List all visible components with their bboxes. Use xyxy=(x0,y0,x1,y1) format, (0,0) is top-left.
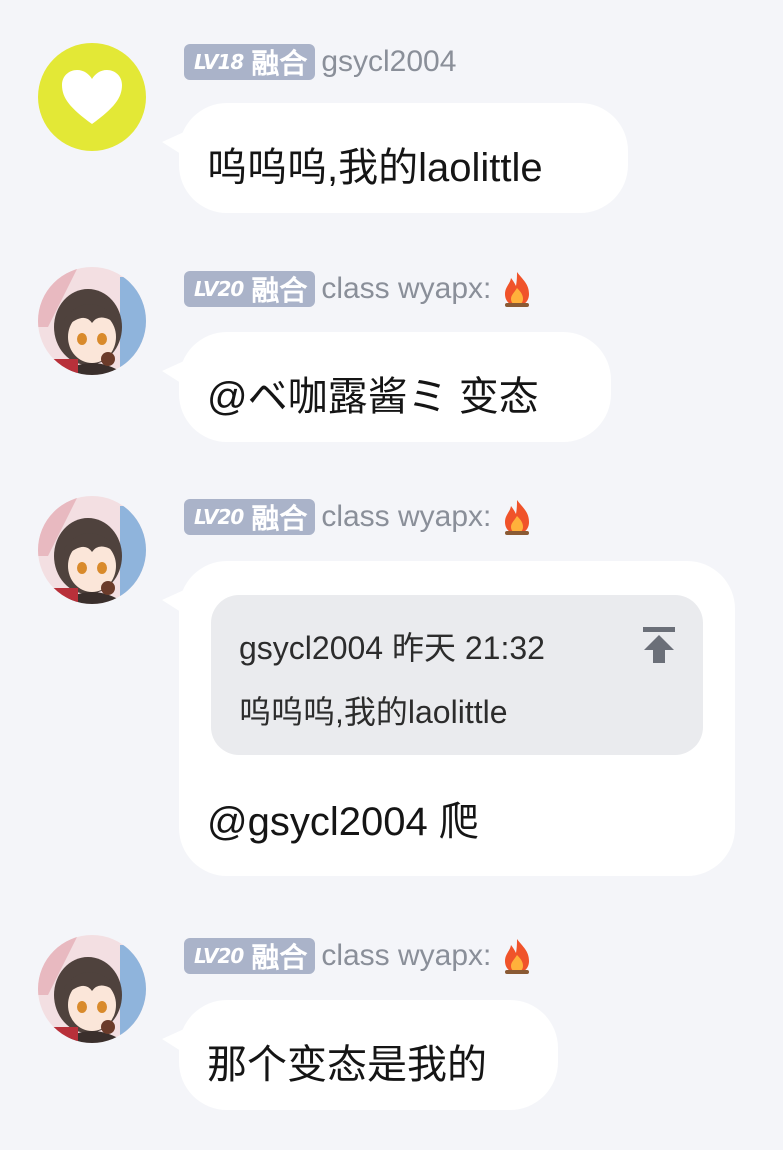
message-text: 那个变态是我的 xyxy=(207,1043,487,1087)
message-bubble[interactable]: 那个变态是我的 xyxy=(179,1000,558,1110)
avatar[interactable] xyxy=(38,43,146,151)
message-text: 呜呜呜,我的laolittle xyxy=(207,146,543,190)
anime-girl-avatar-icon xyxy=(38,935,146,1043)
message-text: @gsycl2004 爬 xyxy=(207,800,479,844)
fire-icon xyxy=(505,939,530,974)
username[interactable]: class wyapx: xyxy=(321,272,491,306)
username[interactable]: class wyapx: xyxy=(321,939,491,973)
level-badge: LV20 融合 xyxy=(184,938,316,974)
anime-girl-avatar-icon xyxy=(38,267,146,375)
username[interactable]: class wyapx: xyxy=(321,500,491,534)
jump-to-icon[interactable] xyxy=(641,625,677,665)
anime-girl-avatar-icon xyxy=(38,496,146,604)
message-bubble[interactable]: 呜呜呜,我的laolittle xyxy=(179,103,628,213)
message-bubble[interactable]: @ベ咖露酱ミ 变态 xyxy=(179,332,611,442)
sender-info: LV20 融合 class wyapx: xyxy=(184,499,533,535)
avatar[interactable] xyxy=(38,496,146,604)
level-badge: LV18 融合 xyxy=(184,44,316,80)
heart-icon xyxy=(62,70,122,124)
sender-info: LV20 融合 class wyapx: xyxy=(184,271,533,307)
username[interactable]: gsycl2004 xyxy=(321,45,456,79)
message-bubble[interactable]: gsycl2004 昨天 21:32 呜呜呜,我的laolittle @gsyc… xyxy=(179,561,735,876)
reply-quote[interactable]: gsycl2004 昨天 21:32 呜呜呜,我的laolittle xyxy=(211,595,703,755)
level-badge: LV20 融合 xyxy=(184,271,316,307)
quote-body: 呜呜呜,我的laolittle xyxy=(239,694,508,730)
avatar[interactable] xyxy=(38,935,146,1043)
sender-info: LV18 融合 gsycl2004 xyxy=(184,44,456,80)
level-badge: LV20 融合 xyxy=(184,499,316,535)
fire-icon xyxy=(505,272,530,307)
fire-icon xyxy=(505,500,530,535)
quote-header: gsycl2004 昨天 21:32 xyxy=(239,630,545,666)
message-text: @ベ咖露酱ミ 变态 xyxy=(207,375,539,419)
avatar[interactable] xyxy=(38,267,146,375)
sender-info: LV20 融合 class wyapx: xyxy=(184,938,533,974)
